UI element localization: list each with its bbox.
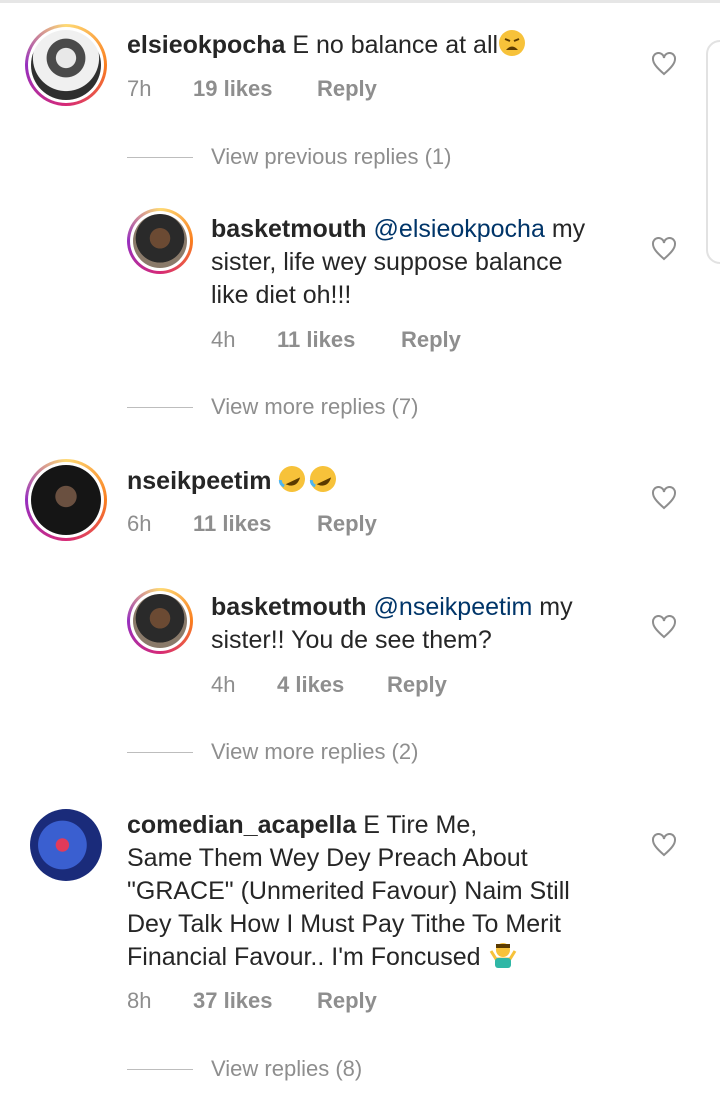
comment-meta: 4h 11 likes Reply: [211, 327, 461, 353]
avatar[interactable]: [30, 809, 102, 881]
comment-body: comedian_acapella E Tire Me, Same Them W…: [127, 809, 627, 978]
likes-count[interactable]: 19 likes: [193, 76, 317, 102]
username[interactable]: comedian_acapella: [127, 811, 356, 839]
username[interactable]: basketmouth: [211, 593, 367, 621]
reply-button[interactable]: Reply: [317, 988, 377, 1014]
heart-icon[interactable]: [651, 237, 677, 261]
reply-button[interactable]: Reply: [317, 76, 377, 102]
mention-link[interactable]: @elsieokpocha: [374, 215, 545, 243]
comment-body: nseikpeetim: [127, 465, 338, 502]
timestamp: 7h: [127, 76, 152, 101]
comment-text: my: [539, 593, 573, 621]
view-previous-replies[interactable]: View previous replies (1): [127, 144, 451, 170]
rolling-laughing-icon: [278, 465, 338, 502]
timestamp: 8h: [127, 988, 152, 1013]
comment-text: "GRACE" (Unmerited Favour) Naim Still: [127, 877, 570, 905]
weary-face-icon: [498, 29, 526, 66]
heart-icon[interactable]: [651, 486, 677, 510]
comment-text: like diet oh!!!: [211, 281, 352, 309]
view-more-replies[interactable]: View more replies (7): [127, 394, 418, 420]
username[interactable]: nseikpeetim: [127, 467, 272, 495]
reply-button[interactable]: Reply: [387, 672, 447, 698]
comment-body: basketmouth @elsieokpocha my sister, lif…: [211, 213, 631, 312]
comment-text: Financial Favour.. I'm Foncused: [127, 943, 481, 971]
username[interactable]: elsieokpocha: [127, 31, 285, 59]
comment-meta: 7h 19 likes Reply: [127, 76, 377, 102]
avatar[interactable]: [127, 208, 193, 274]
comment-body: basketmouth @nseikpeetim my sister!! You…: [211, 591, 631, 657]
comment-meta: 4h 4 likes Reply: [211, 672, 447, 698]
comment-text: sister, life wey suppose balance: [211, 248, 563, 276]
view-more-label[interactable]: View more replies (7): [211, 394, 418, 420]
comment-text: sister!! You de see them?: [211, 626, 492, 654]
top-divider: [0, 0, 720, 3]
likes-count[interactable]: 37 likes: [193, 988, 317, 1014]
comment-meta: 6h 11 likes Reply: [127, 511, 377, 537]
view-more-label[interactable]: View more replies (2): [211, 739, 418, 765]
username[interactable]: basketmouth: [211, 215, 367, 243]
reply-button[interactable]: Reply: [401, 327, 461, 353]
avatar[interactable]: [127, 588, 193, 654]
comment-text: my: [551, 215, 586, 243]
side-panel-edge: [706, 40, 720, 264]
view-previous-label[interactable]: View previous replies (1): [211, 144, 451, 170]
reply-button[interactable]: Reply: [317, 511, 377, 537]
timestamp: 6h: [127, 511, 152, 536]
heart-icon[interactable]: [651, 833, 677, 857]
comment-text: E Tire Me,: [363, 811, 478, 839]
likes-count[interactable]: 4 likes: [277, 672, 387, 698]
timestamp: 4h: [211, 327, 236, 352]
comment-text: Dey Talk How I Must Pay Tithe To Merit: [127, 910, 561, 938]
comment-text: E no balance at all: [292, 31, 499, 59]
avatar[interactable]: [25, 459, 107, 541]
likes-count[interactable]: 11 likes: [193, 511, 317, 537]
heart-icon[interactable]: [651, 52, 677, 76]
comment-text: Same Them Wey Dey Preach About: [127, 844, 528, 872]
comment-meta: 8h 37 likes Reply: [127, 988, 377, 1014]
view-replies[interactable]: View replies (8): [127, 1056, 362, 1082]
view-replies-label[interactable]: View replies (8): [211, 1056, 362, 1082]
comment-body: elsieokpocha E no balance at all: [127, 29, 526, 66]
avatar[interactable]: [25, 24, 107, 106]
person-shrugging-icon: [488, 941, 518, 978]
timestamp: 4h: [211, 672, 236, 697]
likes-count[interactable]: 11 likes: [277, 327, 401, 353]
mention-link[interactable]: @nseikpeetim: [374, 593, 533, 621]
heart-icon[interactable]: [651, 615, 677, 639]
view-more-replies[interactable]: View more replies (2): [127, 739, 418, 765]
